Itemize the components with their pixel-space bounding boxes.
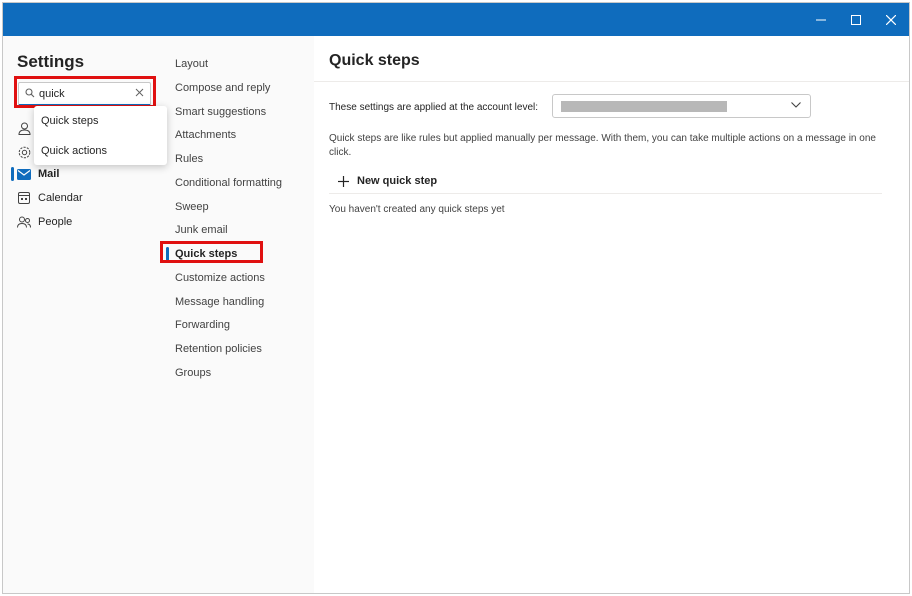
maximize-button[interactable] [838, 3, 874, 36]
minimize-button[interactable] [803, 3, 839, 36]
close-icon [886, 14, 896, 25]
title-bar [3, 3, 909, 36]
mail-nav-forwarding[interactable]: Forwarding [175, 319, 230, 331]
quick-steps-description: Quick steps are like rules but applied m… [329, 133, 876, 158]
maximize-icon [851, 14, 861, 25]
settings-nav-pane: Settings Mail Calendar People Quick step… [3, 36, 167, 593]
account-icon [18, 122, 31, 135]
mail-nav-layout[interactable]: Layout [175, 58, 208, 70]
nav-item-people[interactable]: People [17, 213, 72, 231]
close-button[interactable] [873, 3, 909, 36]
chevron-down-icon [791, 102, 801, 108]
nav-item-calendar[interactable]: Calendar [17, 189, 83, 207]
new-quick-step-label: New quick step [357, 175, 438, 187]
search-suggestions-dropdown: Quick steps Quick actions [34, 106, 167, 165]
settings-search-box[interactable] [18, 82, 151, 106]
empty-state-text: You haven't created any quick steps yet [329, 204, 505, 215]
mail-nav-quick-steps[interactable]: Quick steps [175, 248, 237, 260]
plus-icon [338, 175, 349, 187]
nav-item-label: Calendar [38, 192, 83, 204]
title-divider [314, 81, 909, 82]
mail-icon [17, 168, 31, 180]
list-divider [329, 193, 882, 194]
settings-search-input[interactable] [39, 85, 129, 103]
mail-nav-retention-policies[interactable]: Retention policies [175, 343, 262, 355]
mail-nav-message-handling[interactable]: Message handling [175, 296, 264, 308]
mail-nav-sweep[interactable]: Sweep [175, 201, 209, 213]
mail-nav-junk-email[interactable]: Junk email [175, 224, 228, 236]
clear-search-icon[interactable] [135, 88, 144, 97]
mail-nav-attachments[interactable]: Attachments [175, 129, 236, 141]
people-icon [17, 216, 31, 228]
settings-title: Settings [17, 52, 85, 71]
quick-steps-selected-indicator [166, 247, 169, 261]
general-gear-icon [18, 146, 31, 159]
account-value-redacted [561, 101, 727, 112]
calendar-icon [18, 192, 30, 204]
nav-item-label: Mail [38, 168, 60, 180]
search-icon [25, 88, 35, 98]
suggestion-quick-steps[interactable]: Quick steps [41, 115, 98, 127]
minimize-icon [816, 19, 826, 20]
mail-selected-indicator [11, 167, 14, 181]
mail-nav-smart-suggestions[interactable]: Smart suggestions [175, 106, 266, 118]
account-level-label: These settings are applied at the accoun… [329, 102, 539, 113]
nav-item-mail[interactable]: Mail [17, 165, 59, 183]
quick-steps-panel: Quick steps These settings are applied a… [314, 36, 909, 593]
mail-nav-conditional-formatting[interactable]: Conditional formatting [175, 177, 282, 189]
mail-settings-nav: Layout Compose and reply Smart suggestio… [160, 36, 314, 593]
account-select[interactable] [552, 94, 811, 118]
page-title: Quick steps [329, 52, 420, 69]
suggestion-quick-actions[interactable]: Quick actions [41, 145, 107, 157]
mail-nav-compose-and-reply[interactable]: Compose and reply [175, 82, 270, 94]
new-quick-step-button[interactable]: New quick step [338, 172, 437, 190]
mail-nav-customize-actions[interactable]: Customize actions [175, 272, 265, 284]
mail-nav-rules[interactable]: Rules [175, 153, 203, 165]
nav-item-label: People [38, 216, 73, 228]
settings-window: Settings Mail Calendar People Quick step… [2, 2, 910, 594]
mail-nav-groups[interactable]: Groups [175, 367, 211, 379]
